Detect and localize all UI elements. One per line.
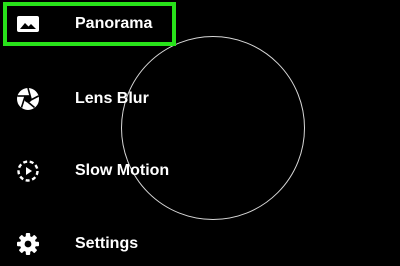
menu-item-slow-motion[interactable]: Slow Motion (0, 151, 400, 191)
slow-motion-icon (16, 159, 40, 183)
menu-item-label: Slow Motion (75, 162, 170, 179)
menu-item-settings[interactable]: Settings (0, 224, 400, 264)
menu-item-label: Settings (75, 235, 139, 252)
menu-item-label: Lens Blur (75, 90, 149, 107)
gear-icon (16, 232, 40, 256)
selection-highlight (3, 2, 176, 46)
viewfinder-ring (121, 36, 305, 220)
menu-item-lens-blur[interactable]: Lens Blur (0, 79, 400, 119)
aperture-icon (16, 87, 40, 111)
